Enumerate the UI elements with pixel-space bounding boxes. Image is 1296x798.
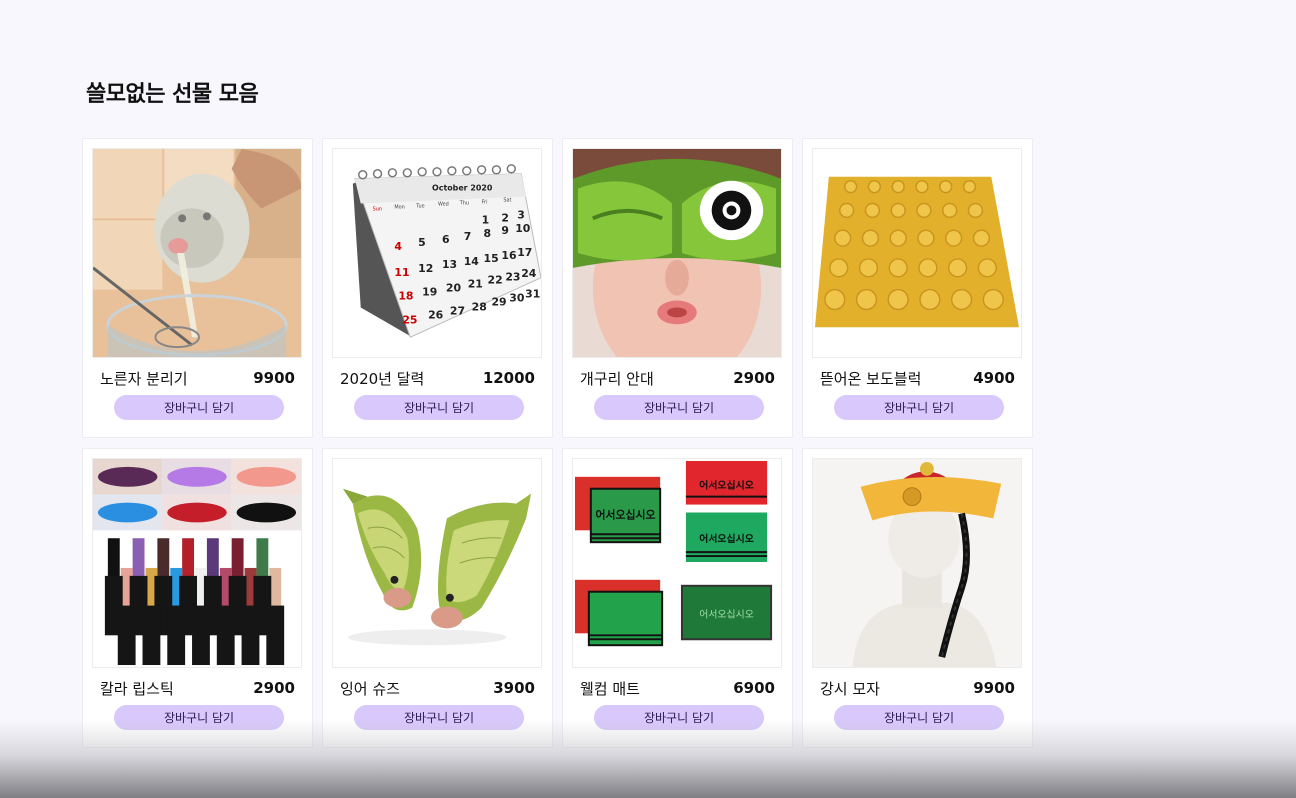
add-to-cart-button[interactable]: 장바구니 담기 (834, 395, 1004, 420)
svg-text:21: 21 (468, 278, 483, 291)
svg-text:23: 23 (505, 271, 520, 284)
add-to-cart-button[interactable]: 장바구니 담기 (114, 705, 284, 730)
product-card[interactable]: 강시 모자 9900 장바구니 담기 (802, 448, 1033, 748)
svg-text:28: 28 (472, 300, 487, 313)
product-name: 강시 모자 (820, 679, 880, 698)
svg-text:7: 7 (464, 230, 472, 243)
add-to-cart-button[interactable]: 장바구니 담기 (354, 705, 524, 730)
svg-text:9: 9 (501, 224, 509, 237)
product-card[interactable]: 잉어 슈즈 3900 장바구니 담기 (322, 448, 553, 748)
calendar-month-label: October 2020 (432, 184, 493, 193)
svg-text:27: 27 (450, 304, 465, 317)
svg-text:17: 17 (517, 246, 532, 259)
svg-text:6: 6 (442, 233, 450, 246)
product-price: 9900 (253, 369, 295, 387)
svg-text:10: 10 (515, 222, 531, 235)
product-price: 2900 (253, 679, 295, 697)
jiangshi-hat-image[interactable] (812, 458, 1022, 668)
color-lipstick-image[interactable] (92, 458, 302, 668)
calendar-day-fri: Fri (482, 199, 488, 205)
product-card[interactable]: 어서오십시오 어서오십시오 어서오십시오 어서오십시오 웰컴 매트 6900 장… (562, 448, 793, 748)
svg-text:26: 26 (428, 308, 443, 321)
calendar-day-wed: Wed (438, 201, 449, 207)
product-name: 웰컴 매트 (580, 679, 640, 698)
product-price: 3900 (493, 679, 535, 697)
welcome-mat-text-1: 어서오십시오 (595, 507, 655, 521)
frog-eye-mask-image[interactable] (572, 148, 782, 358)
svg-text:19: 19 (422, 286, 437, 299)
welcome-mat-image[interactable]: 어서오십시오 어서오십시오 어서오십시오 어서오십시오 (572, 458, 782, 668)
calendar-day-mon: Mon (394, 204, 404, 210)
page-title: 쓸모없는 선물 모음 (86, 82, 259, 107)
product-card[interactable]: 개구리 안대 2900 장바구니 담기 (562, 138, 793, 438)
calendar-day-tue: Tue (415, 203, 424, 209)
svg-text:31: 31 (525, 288, 540, 301)
add-to-cart-button[interactable]: 장바구니 담기 (594, 705, 764, 730)
svg-text:25: 25 (402, 313, 417, 326)
product-card[interactable]: 노른자 분리기 9900 장바구니 담기 (82, 138, 313, 438)
product-name: 개구리 안대 (580, 369, 654, 388)
add-to-cart-button[interactable]: 장바구니 담기 (594, 395, 764, 420)
svg-text:5: 5 (418, 236, 426, 249)
svg-text:1: 1 (482, 213, 490, 226)
svg-text:22: 22 (488, 274, 503, 287)
svg-text:4: 4 (394, 240, 402, 253)
product-name: 노른자 분리기 (100, 369, 188, 388)
calendar-day-sun: Sun (373, 206, 382, 212)
product-price: 2900 (733, 369, 775, 387)
fish-shoes-image[interactable] (332, 458, 542, 668)
svg-text:24: 24 (521, 267, 537, 280)
product-card[interactable]: October 2020 Sun Mon Tue Wed Thu Fri Sat… (322, 138, 553, 438)
add-to-cart-button[interactable]: 장바구니 담기 (354, 395, 524, 420)
product-card[interactable]: 칼라 립스틱 2900 장바구니 담기 (82, 448, 313, 748)
product-price: 9900 (973, 679, 1015, 697)
product-price: 12000 (482, 369, 535, 387)
product-name: 칼라 립스틱 (100, 679, 174, 698)
product-card[interactable]: 뜯어온 보도블럭 4900 장바구니 담기 (802, 138, 1033, 438)
svg-text:8: 8 (484, 227, 492, 240)
svg-text:13: 13 (442, 258, 457, 271)
add-to-cart-button[interactable]: 장바구니 담기 (114, 395, 284, 420)
product-name: 뜯어온 보도블럭 (820, 369, 922, 388)
svg-text:16: 16 (501, 249, 516, 262)
product-name: 2020년 달력 (340, 369, 425, 388)
svg-text:29: 29 (491, 295, 506, 308)
svg-text:15: 15 (484, 252, 499, 265)
product-price: 4900 (973, 369, 1015, 387)
svg-text:11: 11 (394, 266, 409, 279)
welcome-mat-text-4: 어서오십시오 (699, 608, 754, 620)
product-name: 잉어 슈즈 (340, 679, 400, 698)
egg-separator-image[interactable] (92, 148, 302, 358)
product-price: 6900 (733, 679, 775, 697)
calendar-image[interactable]: October 2020 Sun Mon Tue Wed Thu Fri Sat… (332, 148, 542, 358)
welcome-mat-text-2: 어서오십시오 (699, 479, 754, 492)
svg-text:18: 18 (398, 290, 413, 303)
add-to-cart-button[interactable]: 장바구니 담기 (834, 705, 1004, 730)
svg-text:2: 2 (501, 211, 509, 224)
welcome-mat-text-3: 어서오십시오 (699, 532, 754, 545)
svg-text:14: 14 (464, 255, 480, 268)
calendar-day-sat: Sat (503, 197, 511, 203)
svg-text:3: 3 (517, 208, 525, 221)
tactile-paving-block-image[interactable] (812, 148, 1022, 358)
svg-text:20: 20 (446, 282, 462, 295)
calendar-day-thu: Thu (459, 200, 469, 206)
product-grid: 노른자 분리기 9900 장바구니 담기 October 2020 Sun Mo… (82, 138, 1033, 748)
svg-text:12: 12 (418, 262, 433, 275)
svg-text:30: 30 (509, 292, 525, 305)
